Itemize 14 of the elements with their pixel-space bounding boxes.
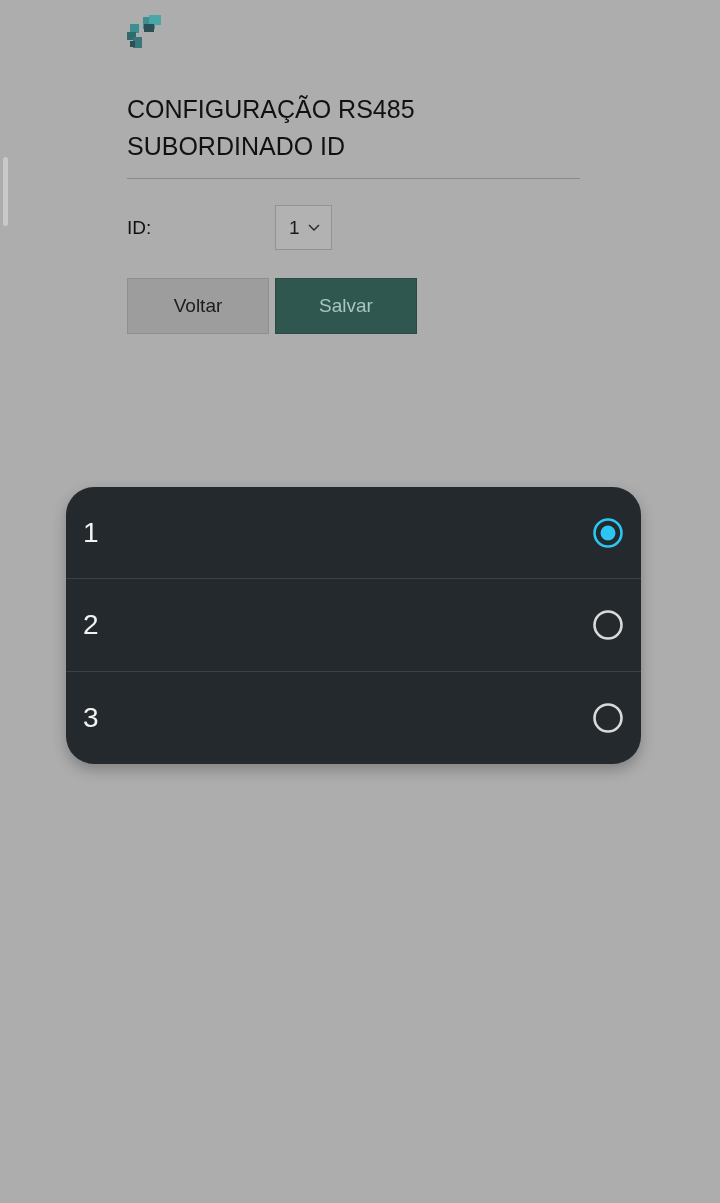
scrollbar-thumb xyxy=(3,157,8,226)
option-label[interactable]: 3 xyxy=(83,702,99,734)
radio-icon[interactable] xyxy=(593,703,623,733)
radio-icon[interactable] xyxy=(593,610,623,640)
back-button[interactable]: Voltar xyxy=(127,278,269,334)
option-label[interactable]: 2 xyxy=(83,609,99,641)
cubes-logo xyxy=(127,15,161,48)
id-label: ID: xyxy=(127,216,153,239)
page-title: CONFIGURAÇÃO RS485 SUBORDINADO ID xyxy=(127,94,416,162)
id-select[interactable]: 1 xyxy=(275,205,332,250)
option-label[interactable]: 1 xyxy=(83,516,99,549)
save-button[interactable]: Salvar xyxy=(275,278,417,334)
radio-selected-icon[interactable] xyxy=(593,517,623,548)
chevron-down-icon xyxy=(307,224,320,231)
